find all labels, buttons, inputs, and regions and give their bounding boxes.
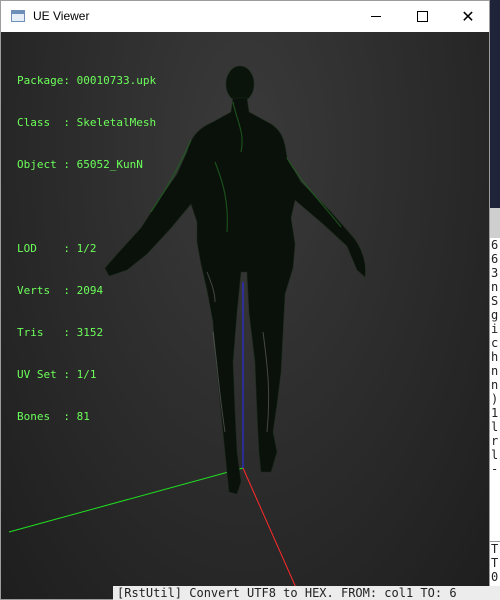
info-bones-label: Bones :: [17, 410, 70, 423]
3d-viewport[interactable]: Package: 00010733.upk Class : SkeletalMe…: [1, 32, 489, 599]
info-verts-value: 2094: [76, 284, 104, 297]
info-tris-row: Tris : 3152: [17, 326, 156, 340]
info-package-value: 00010733.upk: [76, 74, 157, 87]
info-object-row: Object : 65052_KunN: [17, 158, 156, 172]
ue-viewer-window[interactable]: UE Viewer ✕ Package: 00010733.upk Class …: [0, 0, 490, 600]
info-tris-value: 3152: [76, 326, 104, 339]
window-title: UE Viewer: [33, 9, 90, 23]
info-uvset-value: 1/1: [76, 368, 97, 381]
console-scrollbar[interactable]: [490, 208, 500, 238]
close-icon: ✕: [461, 8, 475, 26]
background-console-text: [RstUtil] Convert UTF8 to HEX. FROM: col…: [117, 586, 457, 600]
info-verts-row: Verts : 2094: [17, 284, 156, 298]
info-uvset-label: UV Set :: [17, 368, 70, 381]
app-icon: [11, 10, 25, 22]
info-object-label: Object :: [17, 158, 70, 171]
close-button[interactable]: ✕: [445, 1, 491, 32]
maximize-button[interactable]: [399, 1, 445, 32]
maximize-icon: [416, 11, 428, 22]
info-lod-label: LOD :: [17, 242, 70, 255]
info-verts-label: Verts :: [17, 284, 70, 297]
y-axis-line: [8, 467, 244, 533]
minimize-icon: [371, 16, 381, 17]
info-class-row: Class : SkeletalMesh: [17, 116, 156, 130]
info-lod-value: 1/2: [76, 242, 97, 255]
background-console-strip: [RstUtil] Convert UTF8 to HEX. FROM: col…: [113, 586, 500, 600]
console-window[interactable]: 6 6 3 n S g i c h n n ) 1 l r l - T T 0: [490, 208, 500, 600]
title-bar[interactable]: UE Viewer ✕: [1, 1, 489, 32]
mesh-info-overlay: Package: 00010733.upk Class : SkeletalMe…: [17, 46, 156, 452]
console-text: 6 6 3 n S g i c h n n ) 1 l r l -: [491, 238, 499, 476]
info-lod-row: LOD : 1/2: [17, 242, 156, 256]
info-package-row: Package: 00010733.upk: [17, 74, 156, 88]
info-object-value: 65052_KunN: [76, 158, 143, 171]
x-axis-line: [242, 467, 302, 599]
info-package-label: Package:: [17, 74, 70, 87]
info-bones-row: Bones : 81: [17, 410, 156, 424]
console-text-bottom: T T 0: [491, 542, 499, 584]
info-class-value: SkeletalMesh: [76, 116, 157, 129]
info-tris-label: Tris :: [17, 326, 70, 339]
info-bones-value: 81: [76, 410, 90, 423]
info-class-label: Class :: [17, 116, 70, 129]
minimize-button[interactable]: [353, 1, 399, 32]
info-uvset-row: UV Set : 1/1: [17, 368, 156, 382]
